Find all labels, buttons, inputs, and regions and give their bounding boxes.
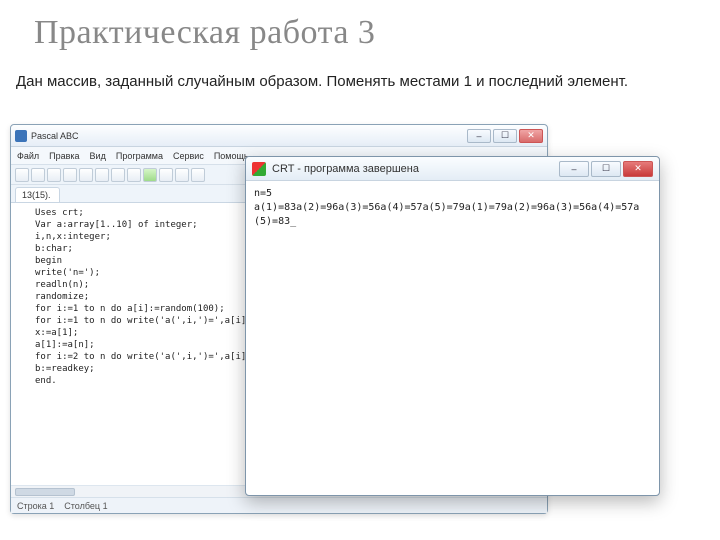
toolbar-redo-icon[interactable]: [127, 168, 141, 182]
toolbar-stop-icon[interactable]: [159, 168, 173, 182]
toolbar-cut-icon[interactable]: [63, 168, 77, 182]
crt-output-window: CRT - программа завершена – ☐ ✕ n=5 a(1)…: [245, 156, 660, 496]
task-text: Дан массив, заданный случайным образом. …: [16, 72, 628, 92]
crt-maximize-button[interactable]: ☐: [591, 161, 621, 177]
toolbar-step-icon[interactable]: [175, 168, 189, 182]
menu-help[interactable]: Помощь: [214, 151, 249, 161]
scrollbar-thumb[interactable]: [15, 488, 75, 496]
ide-window-buttons: – ☐ ✕: [467, 129, 543, 143]
menu-program[interactable]: Программа: [116, 151, 163, 161]
toolbar-save-icon[interactable]: [47, 168, 61, 182]
ide-statusbar: Строка 1 Столбец 1: [11, 497, 547, 513]
crt-titlebar[interactable]: CRT - программа завершена – ☐ ✕: [246, 157, 659, 181]
toolbar-new-icon[interactable]: [15, 168, 29, 182]
status-column: Столбец 1: [64, 501, 107, 511]
menu-service[interactable]: Сервис: [173, 151, 204, 161]
toolbar-paste-icon[interactable]: [95, 168, 109, 182]
slide-title: Практическая работа 3: [34, 14, 375, 52]
menu-view[interactable]: Вид: [90, 151, 106, 161]
ide-titlebar[interactable]: Pascal ABC – ☐ ✕: [11, 125, 547, 147]
crt-minimize-button[interactable]: –: [559, 161, 589, 177]
toolbar-undo-icon[interactable]: [111, 168, 125, 182]
status-line: Строка 1: [17, 501, 54, 511]
ide-window-title: Pascal ABC: [31, 131, 79, 141]
slide: Практическая работа 3 Дан массив, заданн…: [0, 0, 720, 540]
crt-app-icon: [252, 162, 266, 176]
menu-edit[interactable]: Правка: [49, 151, 79, 161]
crt-window-title: CRT - программа завершена: [272, 163, 419, 175]
pascal-app-icon: [15, 130, 27, 142]
menu-file[interactable]: Файл: [17, 151, 39, 161]
toolbar-open-icon[interactable]: [31, 168, 45, 182]
toolbar-run-icon[interactable]: [143, 168, 157, 182]
crt-window-buttons: – ☐ ✕: [559, 161, 653, 177]
close-button[interactable]: ✕: [519, 129, 543, 143]
toolbar-stepover-icon[interactable]: [191, 168, 205, 182]
maximize-button[interactable]: ☐: [493, 129, 517, 143]
file-tab[interactable]: 13(15).: [15, 187, 60, 202]
toolbar-copy-icon[interactable]: [79, 168, 93, 182]
minimize-button[interactable]: –: [467, 129, 491, 143]
crt-output: n=5 a(1)=83a(2)=96a(3)=56a(4)=57a(5)=79a…: [246, 181, 659, 235]
crt-close-button[interactable]: ✕: [623, 161, 653, 177]
